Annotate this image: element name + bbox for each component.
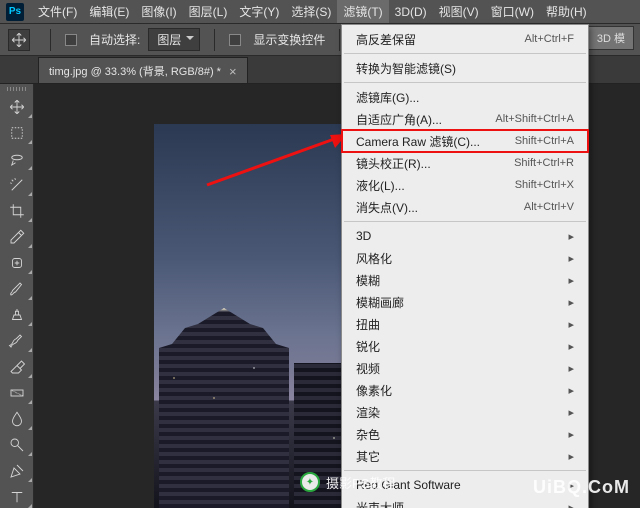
watermark-left: ✦ 摄影PS教程 bbox=[300, 472, 395, 492]
filter-gallery[interactable]: 滤镜库(G)... bbox=[342, 86, 588, 108]
filter-menu-dropdown: 高反差保留 Alt+Ctrl+F 转换为智能滤镜(S) 滤镜库(G)... 自适… bbox=[341, 24, 589, 508]
label: 锐化 bbox=[356, 338, 380, 355]
label: 视频 bbox=[356, 360, 380, 377]
shortcut: Shift+Ctrl+A bbox=[515, 135, 574, 147]
brush-tool[interactable] bbox=[0, 276, 34, 302]
eyedropper-tool[interactable] bbox=[0, 224, 34, 250]
shortcut: Shift+Ctrl+X bbox=[515, 179, 574, 191]
watermark-right: UiBQ.CoM bbox=[533, 477, 630, 498]
label: 杂色 bbox=[356, 426, 380, 443]
close-icon[interactable]: × bbox=[229, 64, 237, 79]
menubar: Ps 文件(F) 编辑(E) 图像(I) 图层(L) 文字(Y) 选择(S) 滤… bbox=[0, 0, 640, 24]
label: Camera Raw 滤镜(C)... bbox=[356, 133, 480, 150]
filter-noise[interactable]: 杂色 bbox=[342, 423, 588, 445]
menu-view[interactable]: 视图(V) bbox=[433, 0, 485, 23]
filter-render[interactable]: 渲染 bbox=[342, 401, 588, 423]
crop-tool[interactable] bbox=[0, 198, 34, 224]
filter-vanishing-point[interactable]: 消失点(V)... Alt+Ctrl+V bbox=[342, 196, 588, 218]
watermark-left-label: 摄影PS教程 bbox=[326, 473, 395, 492]
filter-pixelate[interactable]: 像素化 bbox=[342, 379, 588, 401]
label: 像素化 bbox=[356, 382, 392, 399]
blur-tool[interactable] bbox=[0, 406, 34, 432]
label: 风格化 bbox=[356, 250, 392, 267]
auto-select-checkbox[interactable] bbox=[65, 34, 77, 46]
label: 镜头校正(R)... bbox=[356, 155, 431, 172]
label: 其它 bbox=[356, 448, 380, 465]
filter-stylize[interactable]: 风格化 bbox=[342, 247, 588, 269]
lasso-tool[interactable] bbox=[0, 146, 34, 172]
label: 自适应广角(A)... bbox=[356, 111, 442, 128]
filter-last[interactable]: 高反差保留 Alt+Ctrl+F bbox=[342, 28, 588, 50]
menu-image[interactable]: 图像(I) bbox=[135, 0, 182, 23]
show-transform-checkbox[interactable] bbox=[229, 34, 241, 46]
pen-tool[interactable] bbox=[0, 458, 34, 484]
menu-3d[interactable]: 3D(D) bbox=[389, 2, 433, 22]
divider bbox=[50, 29, 51, 51]
filter-adaptive-wide-angle[interactable]: 自适应广角(A)... Alt+Shift+Ctrl+A bbox=[342, 108, 588, 130]
filter-lens-correction[interactable]: 镜头校正(R)... Shift+Ctrl+R bbox=[342, 152, 588, 174]
auto-select-target-dropdown[interactable]: 图层 bbox=[148, 28, 200, 51]
shortcut: Alt+Ctrl+V bbox=[524, 201, 574, 213]
filter-convert-smart[interactable]: 转换为智能滤镜(S) bbox=[342, 57, 588, 79]
menu-help[interactable]: 帮助(H) bbox=[540, 0, 593, 23]
document-tab[interactable]: timg.jpg @ 33.3% (背景, RGB/8#) * × bbox=[38, 57, 248, 83]
label: 消失点(V)... bbox=[356, 199, 418, 216]
wechat-icon: ✦ bbox=[300, 472, 320, 492]
move-tool-icon bbox=[8, 29, 30, 51]
type-tool[interactable] bbox=[0, 484, 34, 508]
filter-3d[interactable]: 3D bbox=[342, 225, 588, 247]
filter-distort[interactable]: 扭曲 bbox=[342, 313, 588, 335]
filter-sharpen[interactable]: 锐化 bbox=[342, 335, 588, 357]
filter-blur[interactable]: 模糊 bbox=[342, 269, 588, 291]
healing-brush-tool[interactable] bbox=[0, 250, 34, 276]
menu-layer[interactable]: 图层(L) bbox=[183, 0, 234, 23]
divider bbox=[214, 29, 215, 51]
shortcut: Alt+Shift+Ctrl+A bbox=[495, 113, 574, 125]
label: 转换为智能滤镜(S) bbox=[356, 60, 456, 77]
filter-other[interactable]: 其它 bbox=[342, 445, 588, 467]
filter-video[interactable]: 视频 bbox=[342, 357, 588, 379]
move-tool[interactable] bbox=[0, 94, 34, 120]
shortcut: Alt+Ctrl+F bbox=[524, 33, 574, 45]
toolbox-grip[interactable] bbox=[0, 84, 33, 94]
history-brush-tool[interactable] bbox=[0, 328, 34, 354]
auto-select-label: 自动选择: bbox=[89, 31, 140, 48]
document-tab-label: timg.jpg @ 33.3% (背景, RGB/8#) * bbox=[49, 63, 221, 79]
toolbox bbox=[0, 84, 34, 508]
dodge-tool[interactable] bbox=[0, 432, 34, 458]
eraser-tool[interactable] bbox=[0, 354, 34, 380]
shortcut: Shift+Ctrl+R bbox=[514, 157, 574, 169]
mode-3d-button[interactable]: 3D 模 bbox=[588, 26, 634, 50]
filter-liquify[interactable]: 液化(L)... Shift+Ctrl+X bbox=[342, 174, 588, 196]
menu-text[interactable]: 文字(Y) bbox=[233, 0, 285, 23]
menu-filter[interactable]: 滤镜(T) bbox=[337, 0, 388, 23]
label: 光束大师 bbox=[356, 499, 404, 508]
label: 渲染 bbox=[356, 404, 380, 421]
separator bbox=[344, 82, 586, 83]
magic-wand-tool[interactable] bbox=[0, 172, 34, 198]
marquee-tool[interactable] bbox=[0, 120, 34, 146]
clone-stamp-tool[interactable] bbox=[0, 302, 34, 328]
app-icon: Ps bbox=[6, 3, 24, 21]
label: 液化(L)... bbox=[356, 177, 405, 194]
separator bbox=[344, 53, 586, 54]
show-transform-label: 显示变换控件 bbox=[253, 31, 325, 48]
label: 模糊 bbox=[356, 272, 380, 289]
label: 3D bbox=[356, 229, 371, 243]
label: 模糊画廊 bbox=[356, 294, 404, 311]
gradient-tool[interactable] bbox=[0, 380, 34, 406]
menu-edit[interactable]: 编辑(E) bbox=[83, 0, 135, 23]
filter-camera-raw[interactable]: Camera Raw 滤镜(C)... Shift+Ctrl+A bbox=[342, 130, 588, 152]
label: 扭曲 bbox=[356, 316, 380, 333]
menu-select[interactable]: 选择(S) bbox=[285, 0, 337, 23]
separator bbox=[344, 470, 586, 471]
menu-file[interactable]: 文件(F) bbox=[32, 0, 83, 23]
separator bbox=[344, 221, 586, 222]
menu-window[interactable]: 窗口(W) bbox=[485, 0, 540, 23]
label: 高反差保留 bbox=[356, 31, 416, 48]
filter-blur-gallery[interactable]: 模糊画廊 bbox=[342, 291, 588, 313]
label: 滤镜库(G)... bbox=[356, 89, 419, 106]
